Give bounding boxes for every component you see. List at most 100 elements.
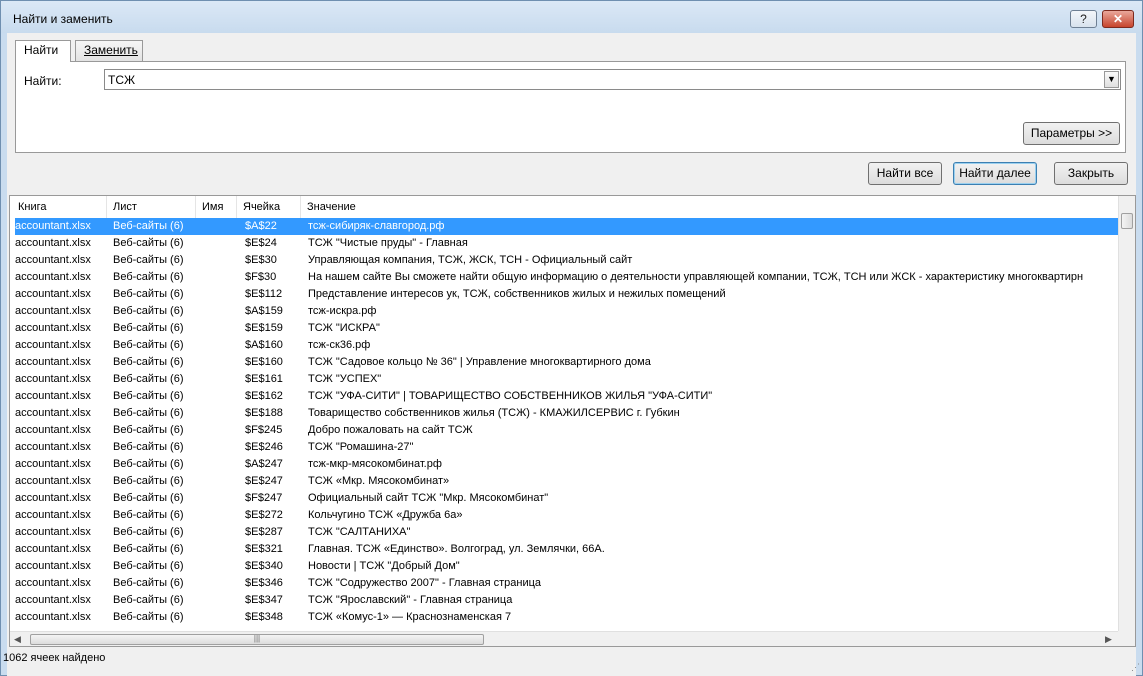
tab-replace[interactable]: Заменить [75, 40, 143, 61]
tab-find[interactable]: Найти [15, 40, 71, 62]
column-divider[interactable] [236, 196, 237, 218]
results-header: Книга Лист Имя Ячейка Значение [10, 196, 1118, 218]
book-cell: accountant.xlsx [15, 594, 91, 606]
book-cell: accountant.xlsx [15, 492, 91, 504]
table-row[interactable]: accountant.xlsx Веб-сайты (6) $E$272 Кольчу… [15, 507, 1118, 524]
close-button[interactable]: Закрыть [1054, 162, 1128, 185]
find-tab-panel: Найти: ▼ Параметры >> [15, 61, 1126, 153]
sheet-cell: Веб-сайты (6) [113, 407, 184, 419]
find-next-button[interactable]: Найти далее [953, 162, 1037, 185]
table-row[interactable]: accountant.xlsx Веб-сайты (6) $E$347 ТСЖ "Я… [15, 592, 1118, 609]
table-row[interactable]: accountant.xlsx Веб-сайты (6) $A$247 тсж-мк… [15, 456, 1118, 473]
sheet-cell: Веб-сайты (6) [113, 288, 184, 300]
horizontal-scroll-thumb[interactable]: ||| [30, 634, 484, 645]
value-cell: ТСЖ «Мкр. Мясокомбинат» [308, 475, 450, 487]
title-bar[interactable]: Найти и заменить ? ✕ [1, 1, 1142, 33]
value-cell: Представление интересов ук, ТСЖ, собстве… [308, 288, 726, 300]
column-header-book[interactable]: Книга [18, 201, 47, 213]
table-row[interactable]: accountant.xlsx Веб-сайты (6) $F$245 Добро … [15, 422, 1118, 439]
value-cell: ТСЖ "САЛТАНИХА" [308, 526, 411, 538]
horizontal-scrollbar[interactable]: ◀ ||| ▶ [10, 631, 1118, 646]
cell-ref: $E$340 [245, 560, 283, 572]
table-row[interactable]: accountant.xlsx Веб-сайты (6) $E$30 Управля… [15, 252, 1118, 269]
cell-ref: $E$346 [245, 577, 283, 589]
options-button[interactable]: Параметры >> [1023, 122, 1120, 145]
cell-ref: $E$162 [245, 390, 283, 402]
book-cell: accountant.xlsx [15, 577, 91, 589]
value-cell: ТСЖ "Ромашина-27" [308, 441, 414, 453]
table-row[interactable]: accountant.xlsx Веб-сайты (6) $E$24 ТСЖ "Чи… [15, 235, 1118, 252]
resize-grip-icon[interactable]: ⋰ [1131, 662, 1140, 673]
cell-ref: $A$159 [245, 305, 283, 317]
sheet-cell: Веб-сайты (6) [113, 390, 184, 402]
table-row[interactable]: accountant.xlsx Веб-сайты (6) $E$246 ТСЖ "Р… [15, 439, 1118, 456]
sheet-cell: Веб-сайты (6) [113, 322, 184, 334]
table-row[interactable]: accountant.xlsx Веб-сайты (6) $E$348 ТСЖ «К… [15, 609, 1118, 626]
scroll-left-icon[interactable]: ◀ [14, 634, 21, 645]
column-divider[interactable] [300, 196, 301, 218]
table-row[interactable]: accountant.xlsx Веб-сайты (6) $E$321 Главна… [15, 541, 1118, 558]
chevron-down-icon[interactable]: ▼ [1104, 71, 1119, 88]
book-cell: accountant.xlsx [15, 305, 91, 317]
column-header-sheet[interactable]: Лист [113, 201, 137, 213]
table-row[interactable]: accountant.xlsx Веб-сайты (6) $A$159 тсж-ис… [15, 303, 1118, 320]
cell-ref: $E$161 [245, 373, 283, 385]
cell-ref: $E$348 [245, 611, 283, 623]
book-cell: accountant.xlsx [15, 254, 91, 266]
column-divider[interactable] [195, 196, 196, 218]
table-row[interactable]: accountant.xlsx Веб-сайты (6) $E$161 ТСЖ "У… [15, 371, 1118, 388]
value-cell: ТСЖ "Содружество 2007" - Главная страниц… [308, 577, 542, 589]
sheet-cell: Веб-сайты (6) [113, 356, 184, 368]
sheet-cell: Веб-сайты (6) [113, 254, 184, 266]
table-row[interactable]: accountant.xlsx Веб-сайты (6) $E$247 ТСЖ «М… [15, 473, 1118, 490]
table-row[interactable]: accountant.xlsx Веб-сайты (6) $E$340 Новост… [15, 558, 1118, 575]
table-row[interactable]: accountant.xlsx Веб-сайты (6) $E$346 ТСЖ "С… [15, 575, 1118, 592]
table-row[interactable]: accountant.xlsx Веб-сайты (6) $E$160 ТСЖ "С… [15, 354, 1118, 371]
value-cell: Официальный сайт ТСЖ "Мкр. Мясокомбинат" [308, 492, 549, 504]
column-header-name[interactable]: Имя [202, 201, 223, 213]
value-cell: ТСЖ "Садовое кольцо № 36" | Управление м… [308, 356, 651, 368]
sheet-cell: Веб-сайты (6) [113, 509, 184, 521]
cell-ref: $A$22 [245, 220, 277, 232]
results-list[interactable]: Книга Лист Имя Ячейка Значение accountan… [9, 195, 1136, 647]
cell-ref: $E$321 [245, 543, 283, 555]
find-combobox[interactable]: ▼ [104, 69, 1121, 90]
vertical-scroll-thumb[interactable] [1121, 213, 1133, 229]
find-all-button[interactable]: Найти все [868, 162, 942, 185]
sheet-cell: Веб-сайты (6) [113, 577, 184, 589]
column-header-value[interactable]: Значение [307, 201, 356, 213]
table-row[interactable]: accountant.xlsx Веб-сайты (6) $E$159 ТСЖ "И… [15, 320, 1118, 337]
table-row[interactable]: accountant.xlsx Веб-сайты (6) $A$22 тсж-сиб… [15, 218, 1118, 235]
column-divider[interactable] [106, 196, 107, 218]
table-row[interactable]: accountant.xlsx Веб-сайты (6) $E$287 ТСЖ "С… [15, 524, 1118, 541]
cell-ref: $E$287 [245, 526, 283, 538]
value-cell: ТСЖ "УСПЕХ" [308, 373, 382, 385]
value-cell: Управляющая компания, ТСЖ, ЖСК, ТСН - Оф… [308, 254, 633, 266]
book-cell: accountant.xlsx [15, 390, 91, 402]
column-header-cell[interactable]: Ячейка [243, 201, 280, 213]
table-row[interactable]: accountant.xlsx Веб-сайты (6) $E$188 Товари… [15, 405, 1118, 422]
value-cell: Добро пожаловать на сайт ТСЖ [308, 424, 473, 436]
book-cell: accountant.xlsx [15, 271, 91, 283]
sheet-cell: Веб-сайты (6) [113, 237, 184, 249]
cell-ref: $E$160 [245, 356, 283, 368]
value-cell: ТСЖ "ИСКРА" [308, 322, 380, 334]
table-row[interactable]: accountant.xlsx Веб-сайты (6) $F$30 На наше… [15, 269, 1118, 286]
table-row[interactable]: accountant.xlsx Веб-сайты (6) $A$160 тсж-ск… [15, 337, 1118, 354]
close-window-button[interactable]: ✕ [1102, 10, 1134, 28]
value-cell: Главная. ТСЖ «Единство». Волгоград, ул. … [308, 543, 605, 555]
book-cell: accountant.xlsx [15, 526, 91, 538]
find-label: Найти: [24, 74, 62, 88]
book-cell: accountant.xlsx [15, 509, 91, 521]
table-row[interactable]: accountant.xlsx Веб-сайты (6) $E$162 ТСЖ "У… [15, 388, 1118, 405]
vertical-scrollbar[interactable] [1118, 196, 1135, 631]
value-cell: Кольчугино ТСЖ «Дружба 6а» [308, 509, 463, 521]
table-row[interactable]: accountant.xlsx Веб-сайты (6) $E$112 Предст… [15, 286, 1118, 303]
help-button[interactable]: ? [1070, 10, 1097, 28]
scroll-right-icon[interactable]: ▶ [1105, 634, 1112, 645]
cell-ref: $E$24 [245, 237, 277, 249]
table-row[interactable]: accountant.xlsx Веб-сайты (6) $F$247 Официа… [15, 490, 1118, 507]
cell-ref: $F$245 [245, 424, 283, 436]
value-cell: тсж-ск36.рф [308, 339, 371, 351]
find-input[interactable] [105, 70, 1104, 89]
